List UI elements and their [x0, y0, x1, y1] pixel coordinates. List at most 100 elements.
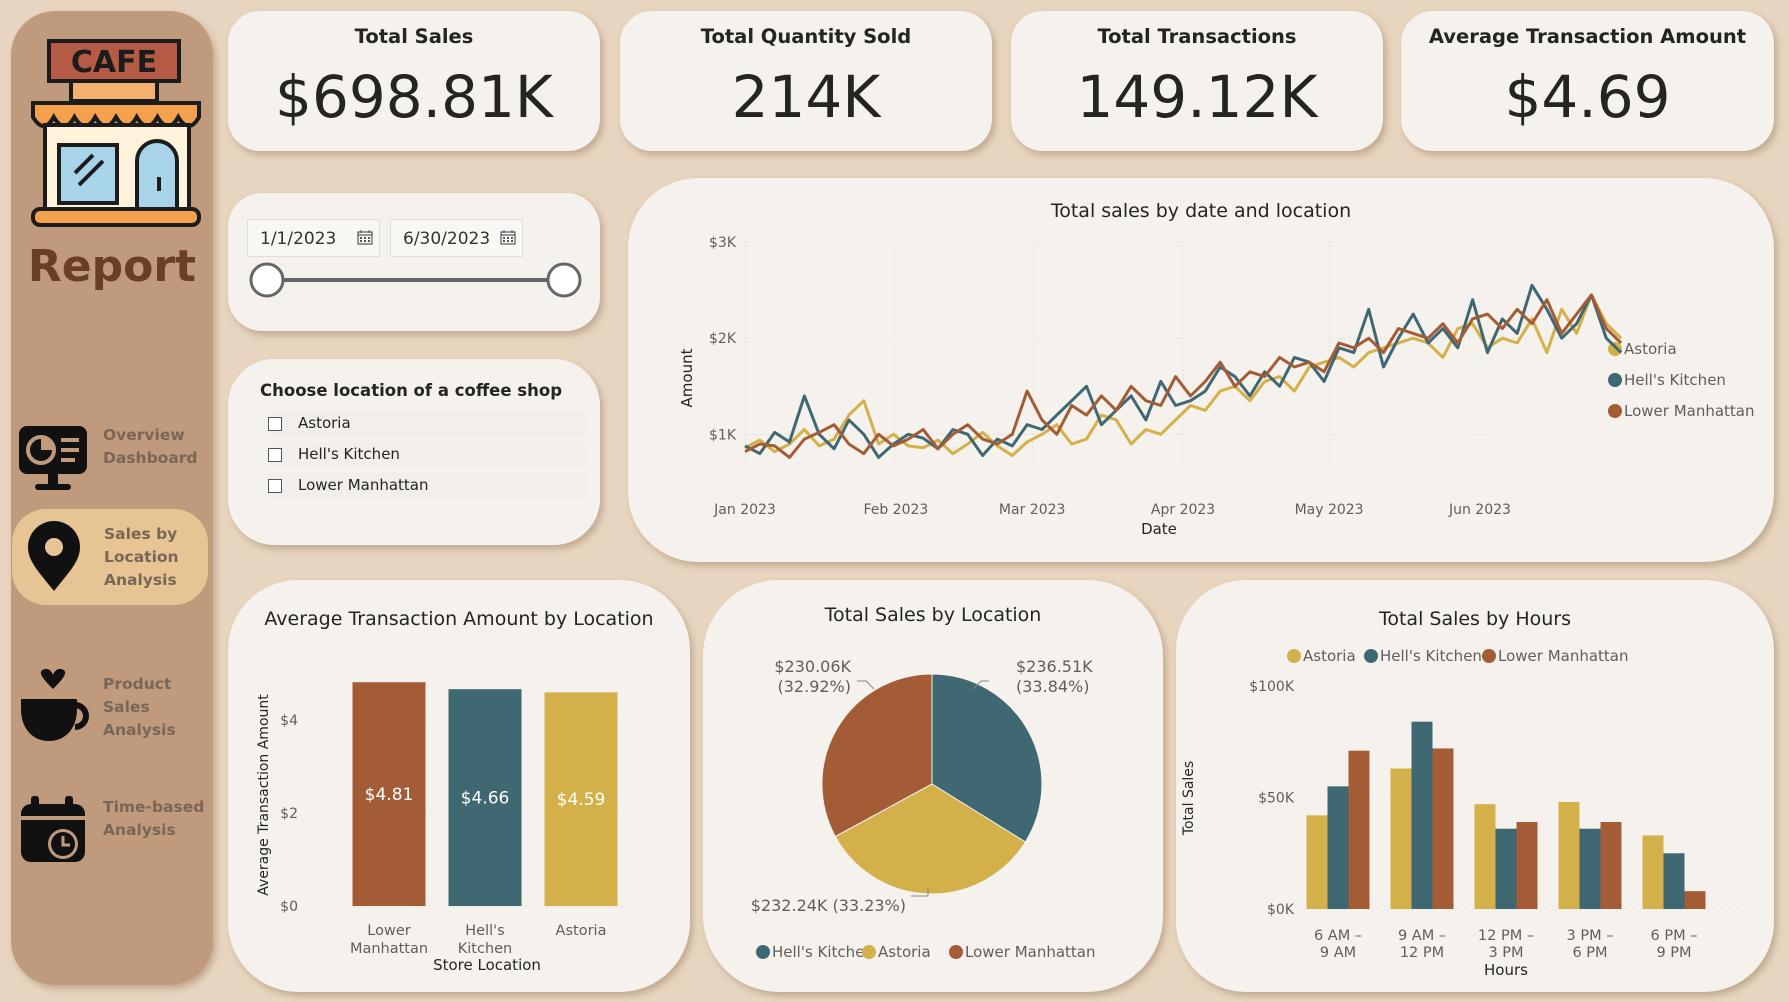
pie-chart-panel: Total Sales by Location $236.51K (33.84%)…: [703, 580, 1163, 992]
data-label: $230.06K: [774, 657, 851, 676]
avg-transaction-bar-chart[interactable]: Average Transaction Amount Store Locatio…: [228, 580, 690, 992]
legend-marker: [756, 945, 770, 959]
legend-marker: [1364, 649, 1378, 663]
nav-product-sales[interactable]: Product Sales Analysis: [11, 659, 213, 755]
x-tick-label: 6 AM –: [1314, 928, 1362, 944]
x-tick-label: May 2023: [1295, 502, 1364, 518]
series-line-1: [744, 283, 1623, 459]
kpi-title: Total Transactions: [1097, 25, 1297, 48]
bar: [1663, 853, 1685, 909]
y-tick-label: $2K: [709, 331, 737, 347]
bar-data-label: $4.59: [557, 790, 606, 810]
line-chart-panel: Total sales by date and location Amount …: [628, 178, 1774, 562]
x-tick-label: Mar 2023: [999, 502, 1066, 518]
legend-label: Lower Manhattan: [1498, 647, 1629, 665]
checkbox[interactable]: [268, 479, 282, 493]
kpi-card-total-transactions: Total Transactions 149.12K: [1011, 11, 1383, 151]
legend-marker: [1608, 373, 1622, 387]
nav-sales-by-location[interactable]: Sales by Location Analysis: [12, 509, 208, 605]
x-tick-label: Manhattan: [350, 941, 428, 957]
end-slider-handle[interactable]: [546, 262, 582, 298]
bar-data-label: $4.81: [365, 785, 414, 805]
x-tick-label: 12 PM: [1400, 945, 1444, 961]
x-tick-label: 9 AM: [1320, 945, 1356, 961]
option-label: Hell's Kitchen: [298, 445, 400, 463]
date-range-slider[interactable]: [228, 193, 600, 331]
sales-by-location-pie-chart[interactable]: $236.51K(33.84%) $230.06K(32.92%) $232.24K…: [703, 580, 1163, 992]
legend-label: Lower Manhattan: [1624, 402, 1755, 420]
report-title: Report: [27, 241, 197, 292]
nav-label: Sales by Location Analysis: [104, 525, 179, 589]
legend-marker: [1608, 342, 1622, 356]
x-tick-label: Astoria: [556, 923, 607, 939]
y-tick-label: $100K: [1249, 679, 1295, 695]
kpi-value: 214K: [731, 63, 881, 131]
kpi-card-total-sales: Total Sales $698.81K: [228, 11, 600, 151]
y-tick-label: $3K: [709, 235, 737, 251]
y-axis-label: Total Sales: [1181, 761, 1197, 836]
location-option-astoria[interactable]: Astoria: [268, 411, 588, 437]
bar: [1600, 822, 1622, 909]
y-axis-label: Amount: [678, 348, 696, 407]
data-label: $236.51K: [1016, 657, 1093, 676]
checkbox[interactable]: [268, 448, 282, 462]
data-label: $232.24K (33.23%): [751, 896, 906, 915]
nav-time-based[interactable]: Time-based Analysis: [11, 782, 213, 878]
kpi-value: $4.69: [1504, 63, 1671, 131]
line-chart[interactable]: Amount Date $1K $2K $3K Jan 2023 Feb 2023 Mar…: [628, 178, 1774, 562]
x-tick-label: 6 PM: [1572, 945, 1607, 961]
legend-marker: [1482, 649, 1496, 663]
bar-data-label: $4.66: [461, 789, 510, 809]
nav-label: Time-based Analysis: [103, 798, 205, 839]
legend-label: Astoria: [878, 943, 931, 961]
bar: [1411, 721, 1433, 909]
bar: [1348, 750, 1370, 909]
y-tick-label: $4: [280, 713, 298, 729]
x-tick-label: Hell's: [465, 923, 504, 939]
x-tick-label: Jun 2023: [1448, 502, 1511, 518]
location-pin-icon: [28, 521, 80, 591]
kpi-title: Total Quantity Sold: [700, 25, 912, 48]
legend-marker: [1608, 404, 1622, 418]
x-tick-label: 9 PM: [1656, 945, 1691, 961]
x-tick-label: Feb 2023: [863, 502, 928, 518]
data-label: (33.84%): [1016, 677, 1090, 696]
legend-marker: [862, 945, 876, 959]
nav-overview-dashboard[interactable]: Overview Dashboard: [11, 410, 213, 506]
y-tick-label: $0K: [1267, 902, 1295, 918]
x-tick-label: 3 PM –: [1567, 928, 1614, 944]
legend-label: Lower Manhattan: [965, 943, 1096, 961]
bar: [1327, 786, 1349, 909]
legend-marker: [949, 945, 963, 959]
nav-label: Overview Dashboard: [103, 426, 198, 467]
y-tick-label: $50K: [1258, 791, 1295, 807]
x-tick-label: 3 PM: [1488, 945, 1523, 961]
legend-label: Astoria: [1624, 340, 1677, 358]
location-option-hells-kitchen[interactable]: Hell's Kitchen: [268, 442, 588, 468]
bar: [1684, 891, 1706, 909]
leader-line: [857, 680, 875, 690]
kpi-title: Total Sales: [354, 25, 474, 48]
x-axis-label: Hours: [1484, 961, 1528, 979]
bar: [1432, 748, 1454, 909]
bar: [1516, 822, 1538, 909]
bar: [1579, 828, 1601, 909]
nav-label: Product Sales Analysis: [103, 675, 176, 739]
sales-by-hours-bar-chart[interactable]: Total Sales Hours $0K $50K $100K 6 AM –9 AM…: [1176, 580, 1774, 992]
x-tick-label: 6 PM –: [1651, 928, 1698, 944]
checkbox[interactable]: [268, 417, 282, 431]
option-label: Astoria: [298, 414, 351, 432]
legend-label: Hell's Kitchen: [1624, 371, 1726, 389]
start-slider-handle[interactable]: [249, 262, 285, 298]
x-axis-label: Store Location: [433, 956, 541, 974]
y-tick-label: $0: [280, 899, 298, 915]
calendar-clock-icon: [21, 796, 85, 862]
y-axis-label: Average Transaction Amount: [256, 694, 272, 896]
location-option-lower-manhattan[interactable]: Lower Manhattan: [268, 473, 588, 499]
legend-label: Hell's Kitchen: [772, 943, 874, 961]
coffee-cup-icon: [21, 669, 89, 741]
logo-text: CAFE: [71, 45, 157, 80]
location-slicer: Choose location of a coffee shop Astoria…: [228, 359, 600, 545]
legend-label: Hell's Kitchen: [1380, 647, 1482, 665]
sidebar: CAFE Report Overview Dashboard Sales by …: [11, 11, 213, 985]
